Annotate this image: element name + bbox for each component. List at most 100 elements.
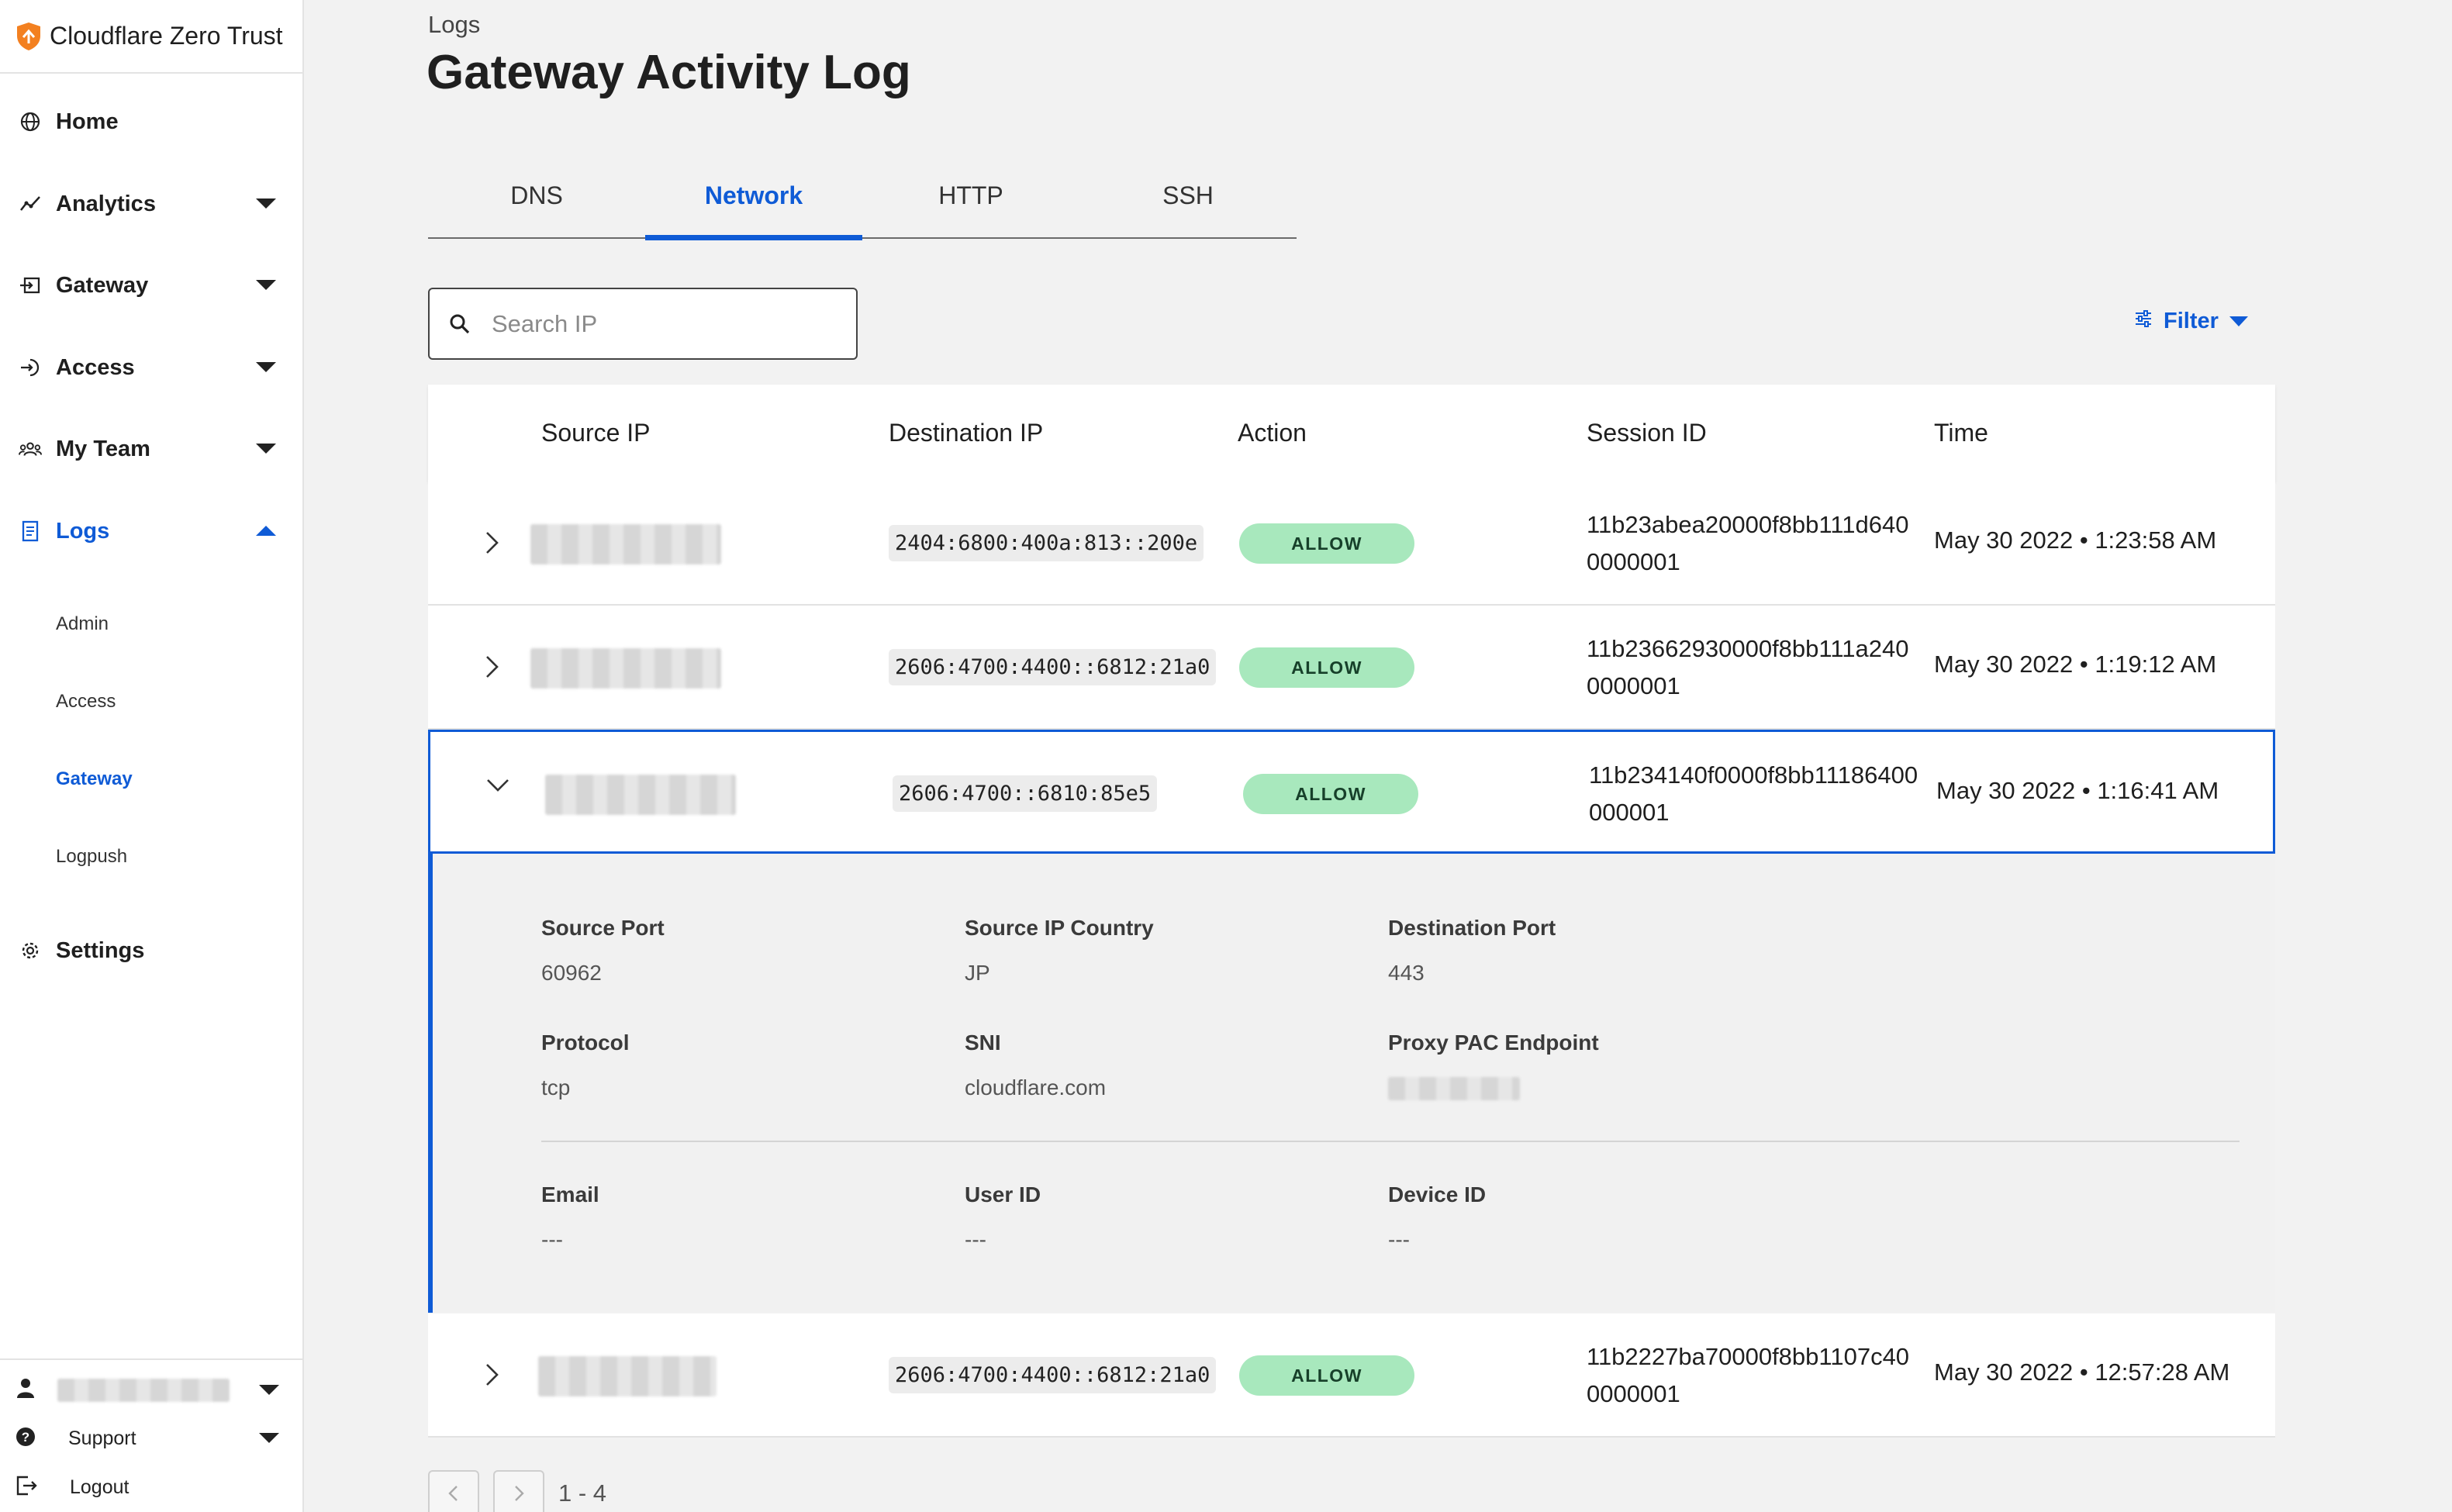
tab-network[interactable]: Network	[645, 172, 862, 240]
table-row[interactable]: 2404:6800:400a:813::200e ALLOW 11b23abea…	[428, 482, 2275, 606]
chevron-down-icon	[2229, 316, 2248, 326]
destination-ip: 2606:4700:4400::6812:21a0	[889, 1357, 1217, 1393]
proxy-pac-endpoint-label: Proxy PAC Endpoint	[1388, 1030, 1599, 1055]
sidebar-footer: ? Support Logout	[0, 1358, 302, 1512]
sidebar-item-label: Logs	[56, 518, 110, 544]
redacted-account-name	[57, 1378, 230, 1402]
search-icon	[448, 312, 471, 340]
status-badge: ALLOW	[1243, 774, 1418, 814]
support-label: Support	[68, 1427, 136, 1449]
timestamp: May 30 2022 • 1:19:12 AM	[1934, 651, 2217, 678]
redacted-source-ip	[530, 648, 721, 689]
sidebar-item-label: Gateway	[56, 272, 149, 298]
chevron-right-icon[interactable]	[484, 1362, 501, 1392]
sni-label: SNI	[965, 1030, 1001, 1055]
sidebar-subitem-gateway[interactable]: Gateway	[56, 768, 133, 790]
brand[interactable]: Cloudflare Zero Trust	[0, 0, 302, 74]
column-header-time[interactable]: Time	[1934, 419, 1988, 447]
previous-page-button[interactable]	[428, 1470, 479, 1512]
sidebar-item-my-team[interactable]: My Team	[0, 422, 302, 476]
tab-ssh[interactable]: SSH	[1079, 172, 1297, 239]
user-id-value: ---	[965, 1227, 986, 1251]
tab-dns[interactable]: DNS	[428, 172, 645, 239]
status-badge: ALLOW	[1239, 1355, 1414, 1396]
access-icon	[19, 356, 42, 379]
sidebar-item-logs[interactable]: Logs	[0, 504, 302, 558]
destination-ip: 2606:4700:4400::6812:21a0	[889, 649, 1217, 685]
table-row-selected[interactable]: 2606:4700::6810:85e5 ALLOW 11b234140f000…	[428, 730, 2275, 854]
sidebar-item-label: Access	[56, 354, 135, 380]
redacted-source-ip	[538, 1356, 717, 1396]
sidebar-item-label: Home	[56, 109, 119, 134]
logs-icon	[19, 520, 42, 543]
session-id: 11b2227ba70000f8bb1107c400000001	[1587, 1343, 1910, 1407]
column-header-source-ip[interactable]: Source IP	[541, 419, 651, 447]
sidebar-item-gateway[interactable]: Gateway	[0, 258, 302, 312]
chevron-up-icon	[256, 526, 276, 536]
source-ip-country-label: Source IP Country	[965, 916, 1154, 940]
timestamp: May 30 2022 • 1:16:41 AM	[1936, 777, 2219, 804]
chevron-right-icon[interactable]	[484, 530, 501, 560]
status-badge: ALLOW	[1239, 523, 1414, 564]
sidebar-item-analytics[interactable]: Analytics	[0, 177, 302, 231]
user-icon	[16, 1377, 36, 1403]
filter-label: Filter	[2164, 309, 2219, 333]
table-header: Source IP Destination IP Action Session …	[428, 385, 2275, 482]
support-menu[interactable]: ? Support	[16, 1427, 279, 1451]
timestamp: May 30 2022 • 1:23:58 AM	[1934, 526, 2217, 554]
search-ip-input[interactable]	[492, 305, 833, 343]
destination-port-value: 443	[1388, 961, 1425, 985]
sidebar-subitem-admin[interactable]: Admin	[56, 613, 109, 635]
source-port-label: Source Port	[541, 916, 665, 940]
app-title: Cloudflare Zero Trust	[50, 22, 283, 50]
analytics-icon	[19, 192, 42, 216]
sidebar-item-access[interactable]: Access	[0, 340, 302, 395]
protocol-label: Protocol	[541, 1030, 630, 1055]
table-row[interactable]: 2606:4700:4400::6812:21a0 ALLOW 11b23662…	[428, 606, 2275, 730]
logout-label: Logout	[70, 1476, 130, 1498]
tab-http[interactable]: HTTP	[862, 172, 1079, 239]
session-id: 11b234140f0000f8bb11186400000001	[1589, 761, 1918, 826]
sidebar-item-label: Analytics	[56, 191, 156, 216]
column-header-destination-ip[interactable]: Destination IP	[889, 419, 1043, 447]
team-icon	[19, 437, 42, 461]
gateway-icon	[19, 274, 42, 297]
breadcrumb[interactable]: Logs	[428, 11, 480, 39]
logout-icon	[16, 1475, 37, 1500]
details-divider	[541, 1141, 2240, 1142]
session-id: 11b23abea20000f8bb111d6400000001	[1587, 511, 1909, 575]
sidebar-item-settings[interactable]: Settings	[0, 923, 302, 978]
sidebar-subitem-access[interactable]: Access	[56, 691, 116, 713]
chevron-right-icon[interactable]	[484, 654, 501, 684]
timestamp: May 30 2022 • 12:57:28 AM	[1934, 1358, 2230, 1386]
page-title: Gateway Activity Log	[427, 46, 911, 99]
redacted-proxy-pac-endpoint	[1388, 1077, 1520, 1100]
destination-ip: 2404:6800:400a:813::200e	[889, 525, 1204, 561]
destination-port-label: Destination Port	[1388, 916, 1556, 940]
search-box	[428, 288, 858, 360]
globe-icon	[19, 110, 42, 133]
account-menu[interactable]	[16, 1377, 279, 1403]
chevron-down-icon	[256, 362, 276, 372]
cloudflare-logo-icon	[16, 22, 42, 51]
column-header-session-id[interactable]: Session ID	[1587, 419, 1707, 447]
sidebar-item-home[interactable]: Home	[0, 95, 302, 149]
filter-button[interactable]: Filter	[2134, 309, 2248, 334]
logout-button[interactable]: Logout	[16, 1475, 129, 1500]
redacted-source-ip	[545, 775, 736, 815]
chevron-down-icon	[256, 280, 276, 290]
chevron-down-icon	[256, 444, 276, 454]
column-header-action[interactable]: Action	[1238, 419, 1307, 447]
pagination: 1 - 4	[428, 1470, 606, 1512]
source-port-value: 60962	[541, 961, 602, 985]
destination-ip: 2606:4700::6810:85e5	[893, 775, 1158, 812]
next-page-button[interactable]	[493, 1470, 544, 1512]
sidebar-subitem-logpush[interactable]: Logpush	[56, 846, 127, 868]
chevron-down-icon	[256, 198, 276, 209]
chevron-down-icon[interactable]	[485, 777, 511, 798]
session-id: 11b23662930000f8bb111a2400000001	[1587, 635, 1909, 699]
email-label: Email	[541, 1182, 599, 1206]
sidebar-item-label: My Team	[56, 436, 150, 461]
table-row[interactable]: 2606:4700:4400::6812:21a0 ALLOW 11b2227b…	[428, 1314, 2275, 1438]
sidebar-item-label: Settings	[56, 937, 145, 963]
